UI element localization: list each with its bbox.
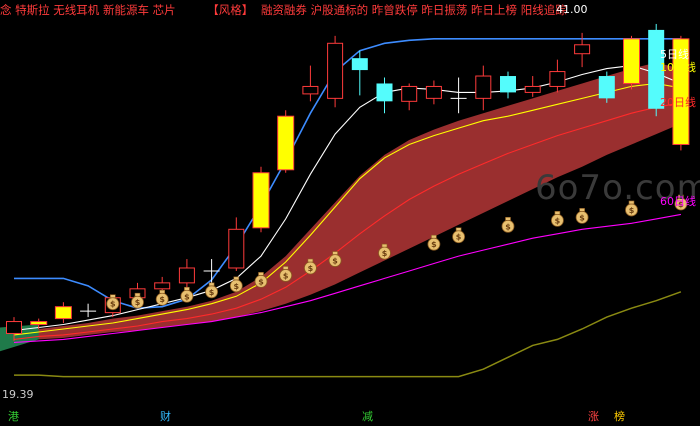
money-bag-marker: $ <box>205 282 219 299</box>
ma10-label: 10日线 <box>660 61 696 74</box>
ma5-label: 5日线 <box>660 48 689 61</box>
money-bag-neck <box>159 289 165 294</box>
candle-body <box>500 76 516 93</box>
candle <box>277 110 295 173</box>
money-bag-neck <box>208 282 215 287</box>
candle <box>425 80 442 105</box>
money-bag-symbol: $ <box>159 295 165 304</box>
money-bag-symbol: $ <box>382 249 388 258</box>
money-bag-neck <box>332 251 338 255</box>
money-bag-marker: $ <box>180 286 194 303</box>
money-bag-marker: $ <box>229 276 243 293</box>
money-bag-marker: $ <box>501 217 515 233</box>
style-tags: 融资融券 沪股通标的 昨曾跌停 昨日振荡 昨日上榜 阳线追踪 <box>260 3 567 17</box>
candle <box>623 35 640 90</box>
candle-body <box>598 76 615 99</box>
money-bag-symbol: $ <box>431 240 437 249</box>
candle-body <box>228 228 245 269</box>
candle-body <box>54 306 72 320</box>
candle-body <box>623 38 640 84</box>
candle-body <box>327 42 344 99</box>
candle <box>203 259 220 283</box>
candle-body <box>574 44 591 55</box>
candle <box>549 59 566 93</box>
candle <box>376 77 393 114</box>
candle-body <box>425 85 442 99</box>
candle-body <box>252 172 270 229</box>
candle-body <box>154 282 171 290</box>
money-bag-symbol: $ <box>332 257 338 266</box>
candle-body <box>30 321 48 326</box>
concept-bar: 念 特斯拉 无线耳机 新能源车 芯片 【风格】 融资融券 沪股通标的 昨曾跌停 … <box>0 2 700 18</box>
money-bag-symbol: $ <box>283 271 289 280</box>
candle <box>302 65 319 102</box>
money-bag-symbol: $ <box>209 288 215 297</box>
money-bag-symbol: $ <box>110 300 116 309</box>
marker-hk[interactable]: 港 <box>8 410 19 424</box>
candle <box>178 259 195 288</box>
candle-body <box>401 85 418 102</box>
money-bag-neck <box>258 272 264 276</box>
candle <box>450 77 467 114</box>
money-bag-neck <box>307 258 314 263</box>
marker-list[interactable]: 榜 <box>614 410 625 424</box>
candle-body <box>277 115 295 171</box>
money-bag-neck <box>505 217 511 221</box>
marker-rise[interactable]: 涨 <box>588 410 599 424</box>
money-bag-symbol: $ <box>456 233 462 242</box>
candle-body <box>475 75 492 99</box>
stock-candlestick-chart[interactable]: $ $ $ $ $$ $$$$$$$$$ $$$ <box>0 0 700 426</box>
ma20-label: 20日线 <box>660 96 696 109</box>
style-label: 【风格】 <box>207 3 254 17</box>
money-bag-symbol: $ <box>184 292 190 301</box>
candle <box>327 35 344 108</box>
candle-body <box>178 267 195 284</box>
concept-tags: 念 特斯拉 无线耳机 新能源车 芯片 <box>0 3 176 17</box>
candle <box>54 302 72 324</box>
candle <box>524 76 541 97</box>
candle-body <box>6 321 22 334</box>
money-bag-neck <box>184 286 190 291</box>
money-bag-neck <box>134 292 141 297</box>
money-bag-neck <box>554 211 561 215</box>
candle-body <box>376 83 393 102</box>
marker-finance[interactable]: 财 <box>160 410 171 424</box>
candle <box>475 65 492 111</box>
money-bag-neck <box>381 243 388 248</box>
price-high-label: 41.00 <box>556 3 588 16</box>
money-bag-symbol: $ <box>234 282 240 291</box>
price-low-label: 19.39 <box>2 388 34 401</box>
money-bag-marker: $ <box>551 211 564 227</box>
candle-body <box>302 85 319 95</box>
money-bag-symbol: $ <box>555 216 561 225</box>
ma60-label: 60日线 <box>660 195 696 208</box>
candle <box>351 50 368 96</box>
candle-body <box>524 85 541 93</box>
money-bag-marker: $ <box>452 227 466 244</box>
candle <box>500 71 516 99</box>
candle-body <box>351 58 368 71</box>
money-bag-marker: $ <box>155 289 169 306</box>
money-bag-marker: $ <box>106 294 120 311</box>
candle <box>401 83 418 111</box>
money-bag-symbol: $ <box>308 264 314 273</box>
money-bag-symbol: $ <box>505 222 511 231</box>
candle-body <box>549 71 566 87</box>
candle <box>252 166 270 233</box>
money-bag-symbol: $ <box>579 213 585 222</box>
money-bag-neck <box>431 234 437 239</box>
money-bag-neck <box>233 276 240 281</box>
money-bag-neck <box>110 294 116 298</box>
money-bag-neck <box>579 208 585 212</box>
money-bag-neck <box>282 266 289 270</box>
money-bag-symbol: $ <box>258 277 264 286</box>
marker-reduce[interactable]: 减 <box>362 410 373 424</box>
money-bag-symbol: $ <box>135 298 141 307</box>
money-bag-neck <box>455 227 462 232</box>
money-bag-marker: $ <box>575 208 589 224</box>
candle <box>598 71 615 103</box>
candle <box>80 303 97 318</box>
candle <box>228 217 245 271</box>
